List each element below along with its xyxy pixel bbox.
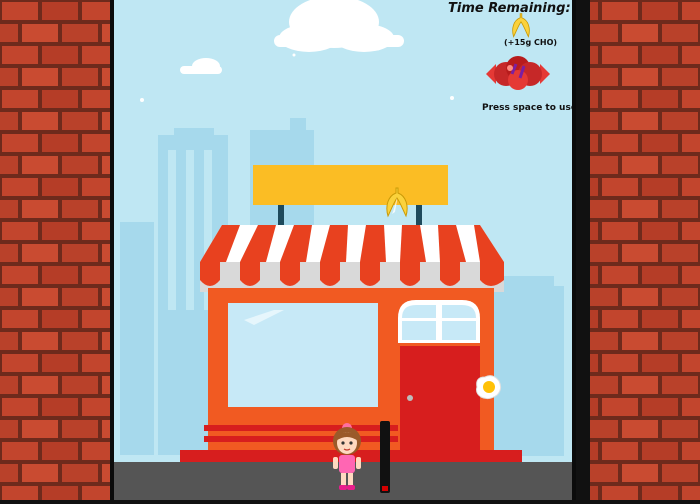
player-character[interactable] — [330, 421, 364, 493]
sparkles — [140, 53, 454, 102]
shop-step — [204, 425, 398, 431]
glucose-meter — [380, 421, 390, 493]
sign-post-right — [416, 204, 422, 226]
glucose-meter-fill — [382, 486, 388, 491]
space-hint: Press space to use — [482, 103, 572, 113]
bonus-label: (+15g CHO) — [504, 38, 558, 47]
shop-awning — [200, 225, 504, 292]
game-canvas[interactable]: Time Remaining: 19 (+15g CHO) Press spac… — [114, 0, 572, 500]
cloud-small — [180, 58, 222, 74]
candy-icon[interactable] — [484, 52, 552, 94]
banana-icon — [386, 187, 408, 218]
wall-edge-right — [572, 0, 576, 500]
banana-icon — [512, 13, 530, 38]
brick-wall-right — [590, 0, 700, 500]
brick-wall-left — [0, 0, 110, 500]
cloud — [274, 0, 404, 52]
sign-post-left — [278, 204, 284, 226]
door-knob — [407, 395, 413, 401]
fried-egg-icon — [476, 375, 502, 400]
shop-sign — [253, 165, 448, 205]
